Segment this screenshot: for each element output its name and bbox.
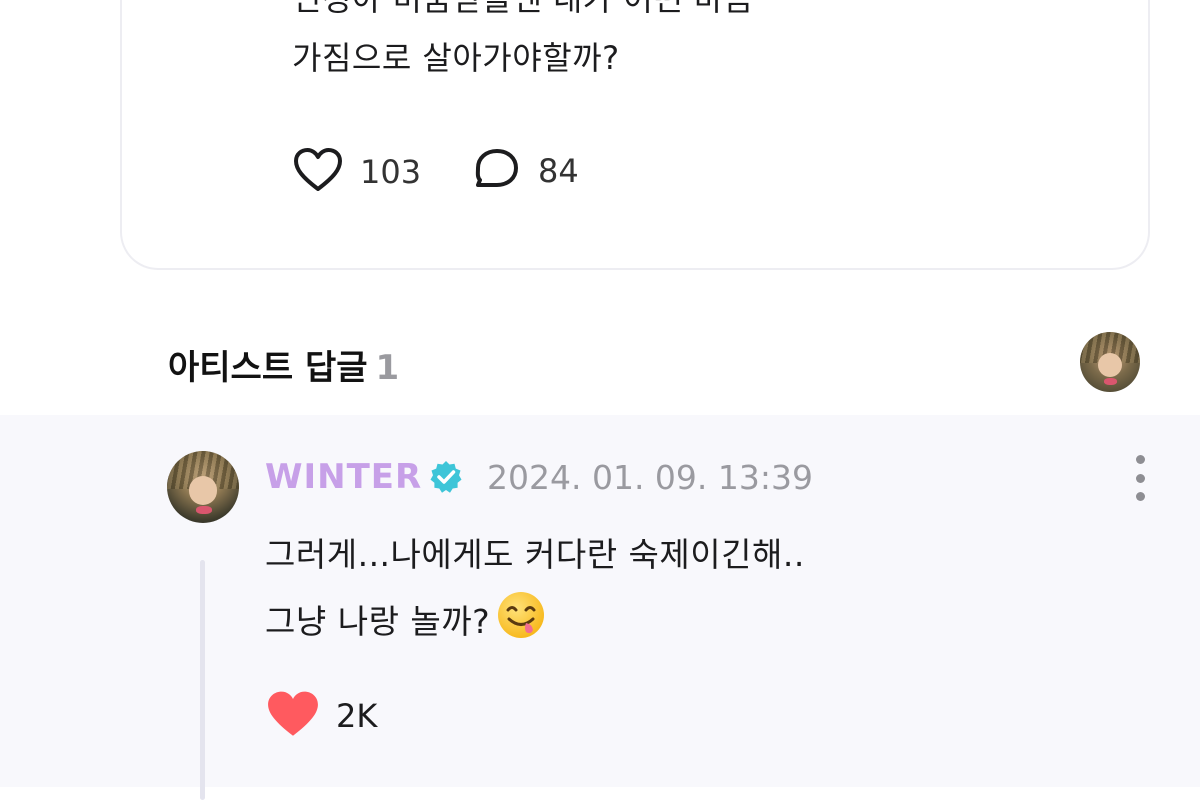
post-card: 민정아 미움받을땐 내가 어떤 마음 가짐으로 살아가야할까? 103 84 [120, 0, 1150, 270]
reply-text-line-1: 그러게...나에게도 커다란 숙제이긴해.. [265, 535, 805, 574]
post-like-button[interactable]: 103 [292, 147, 421, 197]
speech-bubble-icon [472, 147, 522, 195]
artist-reply: WINTER 2024. 01. 09. 13:39 그러게...나에게도 커다… [0, 415, 1200, 800]
post-text-line-2: 가짐으로 살아가야할까? [292, 39, 620, 77]
verified-badge-icon [428, 459, 464, 499]
reply-author-name[interactable]: WINTER [265, 457, 422, 497]
heart-filled-icon [266, 690, 320, 742]
reply-timestamp: 2024. 01. 09. 13:39 [487, 458, 814, 497]
reply-text-line-2: 그냥 나랑 놀까? [265, 602, 491, 641]
post-comment-count: 84 [538, 152, 579, 190]
reply-author-avatar[interactable] [167, 451, 239, 523]
reply-text-line-2-row: 그냥 나랑 놀까? [265, 590, 546, 648]
artist-reply-heading: 아티스트 답글 1 [168, 340, 399, 389]
artist-avatar[interactable] [1080, 332, 1140, 392]
artist-reply-title: 아티스트 답글 [168, 348, 368, 388]
post-like-count: 103 [360, 153, 422, 191]
reply-like-button[interactable]: 2K [266, 690, 377, 742]
post-comment-button[interactable]: 84 [472, 147, 579, 195]
thread-line [200, 560, 205, 800]
heart-outline-icon [292, 147, 344, 197]
artist-reply-count: 1 [375, 348, 400, 388]
more-options-button[interactable] [1125, 455, 1155, 501]
post-text-line-1: 민정아 미움받을땐 내가 어떤 마음 [292, 0, 754, 18]
more-vertical-icon [1135, 455, 1145, 501]
face-savoring-food-emoji-icon [496, 590, 546, 648]
reply-like-count: 2K [336, 697, 378, 735]
